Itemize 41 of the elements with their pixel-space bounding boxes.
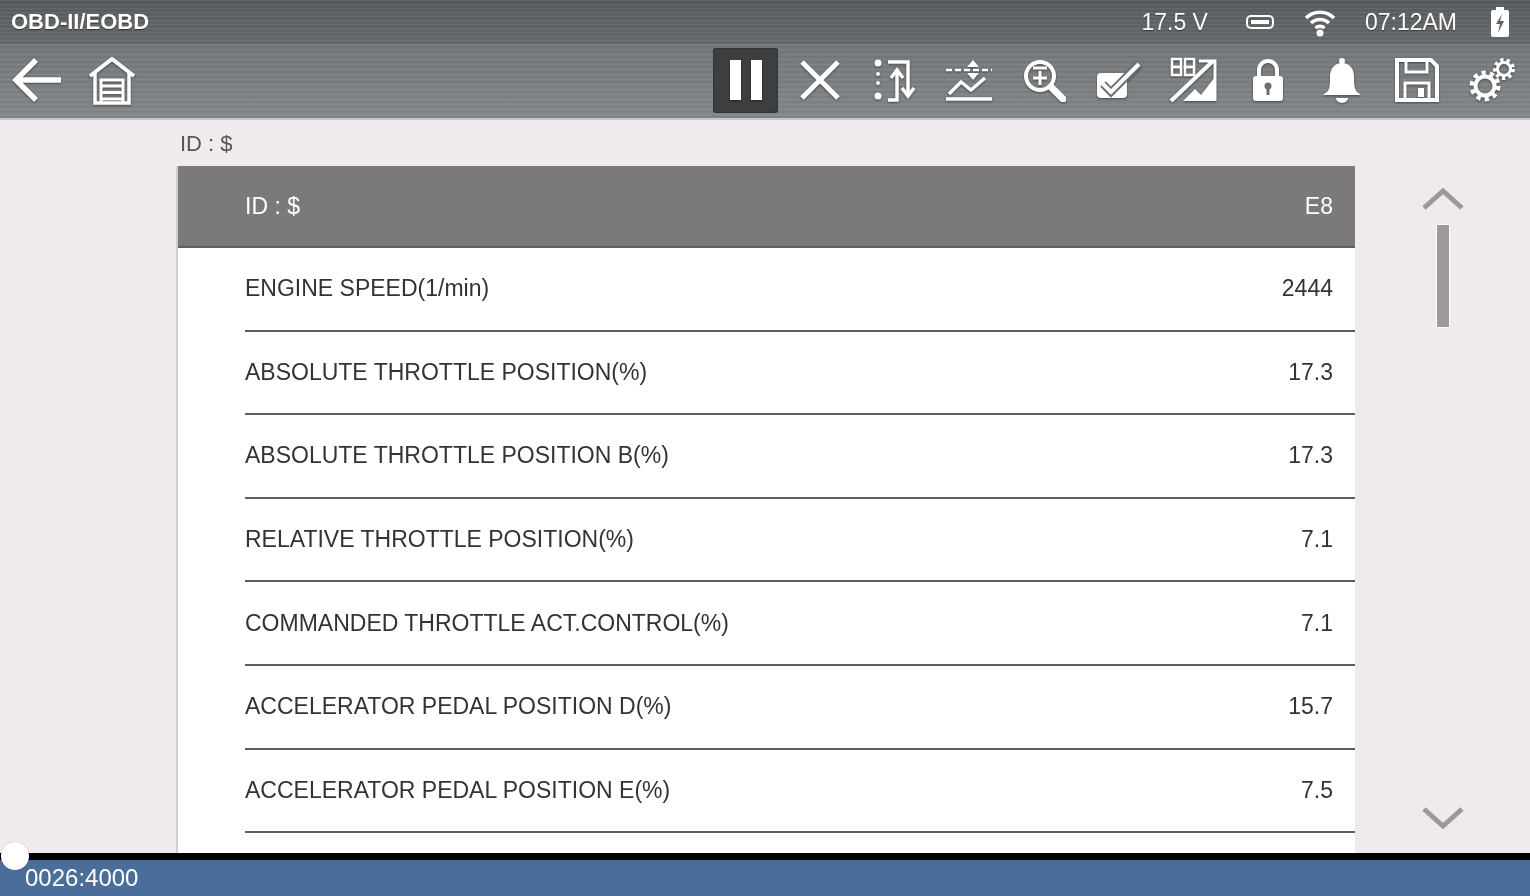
parameter-value: 2444 [1281, 275, 1333, 303]
chevron-down-icon [1421, 807, 1464, 829]
checkbox-icon [1094, 60, 1143, 100]
parameter-name: ACCELERATOR PEDAL POSITION D(%) [245, 693, 672, 721]
parameter-name: ACCELERATOR PEDAL POSITION E(%) [245, 776, 671, 804]
parameter-name: RELATIVE THROTTLE POSITION(%) [245, 526, 634, 554]
parameter-value: 7.5 [1301, 776, 1333, 804]
progress-thumb[interactable] [1, 842, 30, 870]
settings-icon [1467, 57, 1516, 103]
connector-icon [1245, 15, 1274, 29]
scrollbar-thumb[interactable] [1435, 224, 1450, 328]
chevron-up-icon [1421, 188, 1464, 210]
parameter-name: ENGINE SPEED(1/min) [245, 275, 490, 303]
parameter-value: 7.1 [1301, 609, 1333, 637]
voltage-reading: 17.5 V [1141, 8, 1208, 36]
parameter-value: 17.3 [1288, 442, 1333, 470]
pause-icon [727, 59, 764, 101]
back-arrow-icon [12, 57, 62, 103]
lock-icon [1250, 58, 1285, 102]
battery-icon [1490, 7, 1510, 37]
digits-chart-icon [1169, 57, 1218, 103]
parameter-name: COMMANDED THROTTLE ACT.CONTROL(%) [245, 609, 729, 637]
clock-time: 07:12AM [1364, 8, 1457, 36]
app-title: OBD-II/EOBD [11, 9, 150, 35]
zoom-icon [1021, 58, 1066, 102]
parameter-value: 15.7 [1288, 693, 1333, 721]
breadcrumb-label: ID : $ [180, 131, 233, 157]
parameter-value: 7.1 [1301, 526, 1333, 554]
frame-counter: 0026:4000 [25, 864, 139, 892]
header-label: ID : $ [245, 192, 300, 220]
header-value: E8 [1304, 192, 1333, 220]
chart-threshold-icon [945, 59, 994, 101]
garage-icon [88, 55, 136, 105]
parameter-name: ABSOLUTE THROTTLE POSITION(%) [245, 358, 648, 386]
back-button[interactable] [12, 57, 62, 103]
close-icon [799, 59, 842, 101]
parameter-name: ABSOLUTE THROTTLE POSITION B(%) [245, 442, 669, 470]
home-button[interactable] [88, 55, 136, 105]
save-icon [1393, 57, 1440, 103]
parameter-value: 17.3 [1288, 358, 1333, 386]
pause-button[interactable] [713, 47, 779, 113]
